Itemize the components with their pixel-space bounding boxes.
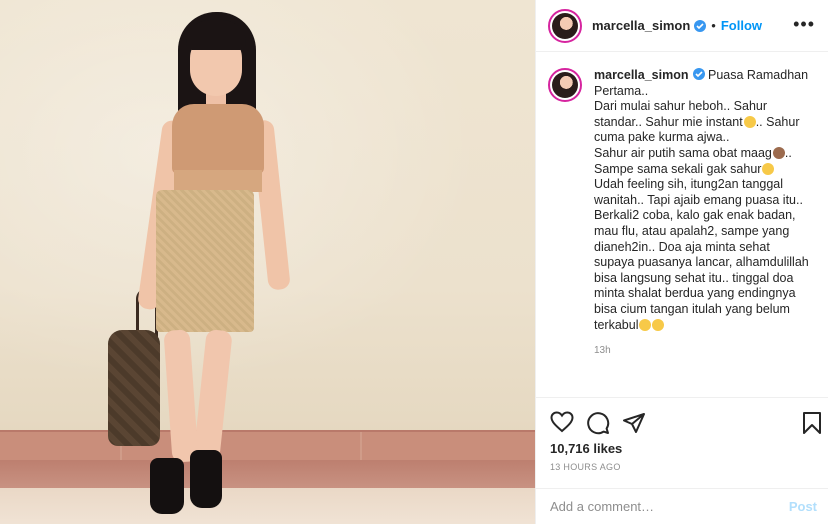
comments-area[interactable]: marcella_simon Puasa Ramadhan Pertama.. …	[536, 52, 828, 397]
verified-badge-icon	[692, 68, 705, 80]
verified-badge-icon	[694, 19, 707, 32]
caption-avatar[interactable]	[548, 68, 582, 102]
handbag	[108, 330, 160, 446]
comment-icon[interactable]	[586, 411, 610, 440]
caption-line: Sahur air putih sama obat maag..	[594, 146, 812, 162]
caption-line-suffix: ..	[784, 145, 792, 160]
monkey-emoji-icon	[772, 146, 785, 159]
post-comment-button[interactable]: Post	[789, 499, 817, 514]
caption-text-first: Puasa Ramadhan	[707, 68, 809, 82]
caption-line: dianeh2in.. Doa aja minta sehat	[594, 239, 770, 254]
emoji-icon	[743, 115, 756, 128]
bookmark-icon[interactable]	[802, 411, 822, 440]
laughing-emoji-icon	[762, 162, 775, 175]
caption-row: marcella_simon Puasa Ramadhan Pertama.. …	[548, 68, 817, 333]
likes-count[interactable]: 10,716 likes	[550, 441, 622, 456]
photo-floor	[0, 488, 535, 524]
caption-line: supaya puasanya lancar, alhamdulillah	[594, 255, 809, 270]
post-side-panel: marcella_simon • Follow ••• marcella_sim…	[535, 0, 828, 524]
shoe-right	[190, 450, 222, 508]
post-date[interactable]: 13 HOURS AGO	[550, 462, 621, 472]
avatar-image	[552, 12, 578, 39]
caption-avatar-image	[552, 72, 578, 98]
caption-line: Berkali2 coba, kalo gak enak badan,	[594, 208, 796, 223]
dress-top	[172, 104, 264, 174]
share-icon[interactable]	[622, 411, 646, 440]
caption-line-text: standar.. Sahur mie instant	[594, 114, 743, 129]
caption-line: standar.. Sahur mie instant .. Sahur	[594, 115, 812, 131]
caption-line: Sampe sama sekali gak sahur	[594, 162, 812, 178]
add-comment-bar: Post	[536, 488, 828, 524]
caption-line: Udah feeling sih, itung2an tanggal	[594, 177, 784, 192]
dress-belt	[174, 170, 262, 192]
follow-button[interactable]: Follow	[721, 18, 762, 33]
caption-line: Dari mulai sahur heboh.. Sahur	[594, 99, 768, 114]
caption-line-text: Sahur air putih sama obat maag	[594, 145, 772, 160]
emoji-icon	[639, 318, 652, 331]
photo-baseboard-lower	[0, 460, 535, 490]
caption-line: mau flu, atau apalah2, sampe yang	[594, 223, 790, 238]
caption-username[interactable]: marcella_simon	[594, 68, 689, 82]
more-options-icon[interactable]: •••	[793, 15, 815, 33]
caption-line: terkabul	[594, 318, 812, 334]
caption-line: cuma pake kurma ajwa..	[594, 130, 730, 145]
caption-line: bisa cium tangan itulah yang belum	[594, 301, 790, 316]
separator-dot: •	[711, 18, 716, 33]
dress-skirt	[156, 190, 254, 332]
caption: marcella_simon Puasa Ramadhan Pertama.. …	[594, 68, 812, 333]
avatar[interactable]	[548, 8, 582, 43]
emoji-icon	[652, 318, 665, 331]
caption-line: bisa langsung sehat itu.. tinggal doa	[594, 270, 794, 285]
post-photo[interactable]	[0, 0, 535, 524]
bangs	[186, 20, 246, 50]
caption-line: Pertama..	[594, 83, 649, 98]
caption-time-ago[interactable]: 13h	[594, 345, 817, 356]
caption-line: wanitah.. Tapi ajaib emang puasa itu..	[594, 192, 803, 207]
caption-line-text: Sampe sama sekali gak sahur	[594, 161, 762, 176]
caption-line-text: terkabul	[594, 317, 639, 332]
heart-icon[interactable]	[550, 411, 574, 438]
shoe-left	[150, 458, 184, 514]
post-header: marcella_simon • Follow •••	[536, 0, 828, 52]
header-username[interactable]: marcella_simon	[592, 18, 690, 33]
caption-line-suffix: .. Sahur	[755, 114, 800, 129]
action-bar	[536, 397, 828, 447]
comment-input[interactable]	[550, 499, 789, 514]
caption-line: minta shalat berdua yang endingnya	[594, 286, 796, 301]
